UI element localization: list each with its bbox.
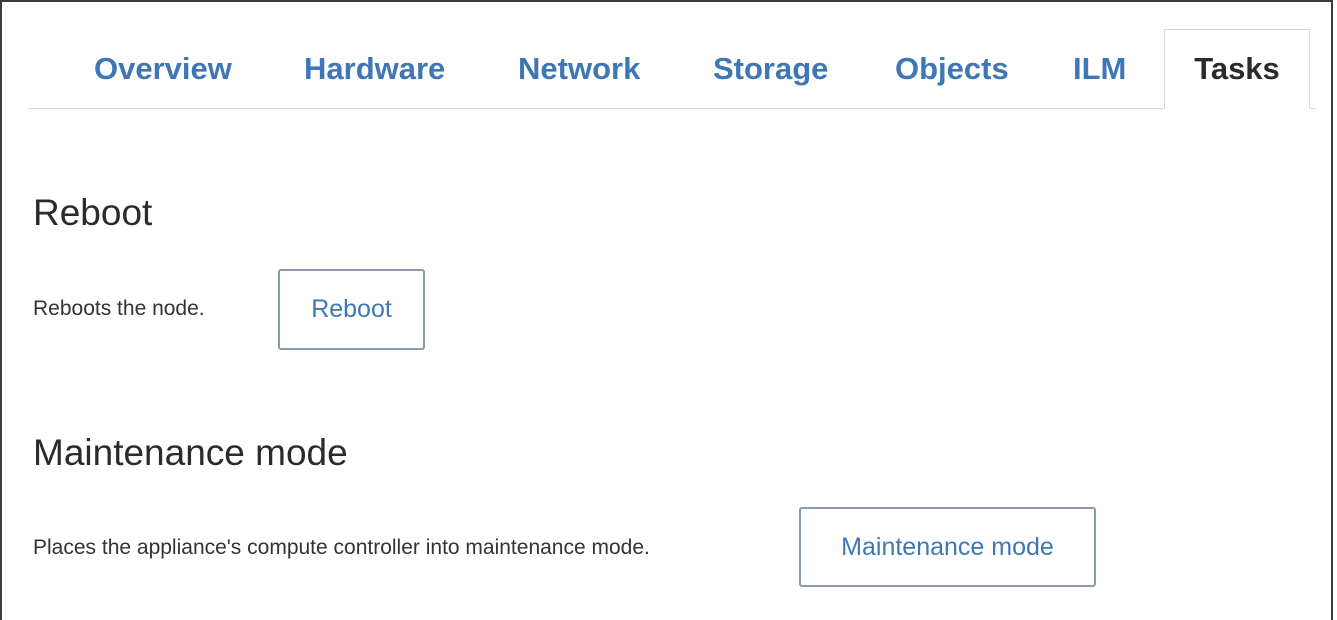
tab-objects[interactable]: Objects xyxy=(895,30,1009,108)
tab-bar: Overview Hardware Network Storage Object… xyxy=(28,29,1316,109)
reboot-section-title: Reboot xyxy=(33,192,153,233)
maintenance-mode-section-title: Maintenance mode xyxy=(33,432,348,473)
tab-overview[interactable]: Overview xyxy=(94,30,232,108)
tab-tasks[interactable]: Tasks xyxy=(1164,29,1310,109)
tab-hardware[interactable]: Hardware xyxy=(304,30,445,108)
reboot-button[interactable]: Reboot xyxy=(278,269,425,350)
tab-ilm[interactable]: ILM xyxy=(1073,30,1126,108)
reboot-description: Reboots the node. xyxy=(33,297,205,320)
maintenance-mode-description: Places the appliance's compute controlle… xyxy=(33,536,650,559)
maintenance-mode-button[interactable]: Maintenance mode xyxy=(799,507,1096,587)
tab-storage[interactable]: Storage xyxy=(713,30,828,108)
tab-network[interactable]: Network xyxy=(518,30,640,108)
